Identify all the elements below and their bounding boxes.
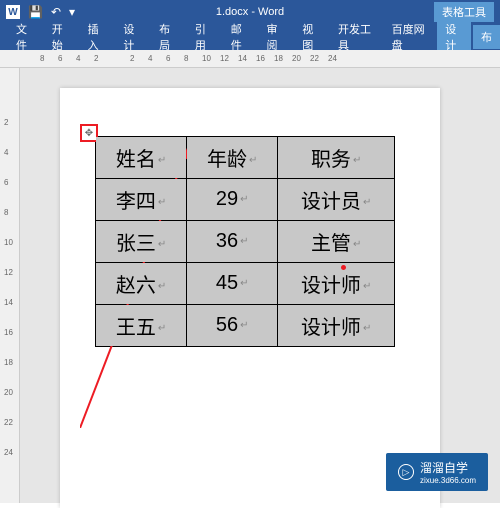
cursor-marker <box>341 265 346 270</box>
cell-title[interactable]: 设计师↵ <box>278 263 395 305</box>
header-cell-title[interactable]: 职务↵ <box>278 137 395 179</box>
table-row[interactable]: 李四↵ 29↵ 设计员↵ <box>96 179 395 221</box>
horizontal-ruler[interactable]: 8 6 4 2 2 4 6 8 10 12 14 16 18 20 22 24 <box>0 50 500 68</box>
document-page[interactable]: ✥ 姓名↵ 年龄↵ 职务↵ 李四↵ 29↵ 设计员↵ <box>60 88 440 508</box>
cell-name[interactable]: 张三↵ <box>96 221 187 263</box>
watermark-text: 溜溜自学 <box>420 461 468 475</box>
vertical-ruler[interactable]: 2 4 6 8 10 12 14 16 18 20 22 24 <box>0 68 20 503</box>
cell-title[interactable]: 设计员↵ <box>278 179 395 221</box>
data-table[interactable]: 姓名↵ 年龄↵ 职务↵ 李四↵ 29↵ 设计员↵ 张三↵ 36↵ 主管↵ 赵六↵… <box>95 136 395 347</box>
cell-name[interactable]: 赵六↵ <box>96 263 187 305</box>
cell-age[interactable]: 56↵ <box>187 305 278 347</box>
tab-table-layout[interactable]: 布 <box>473 25 500 49</box>
document-title: 1.docx - Word <box>216 6 284 18</box>
cell-title[interactable]: 设计师↵ <box>278 305 395 347</box>
ribbon-tabs: 文件 开始 插入 设计 布局 引用 邮件 审阅 视图 开发工具 百度网盘 设计 … <box>0 24 500 50</box>
table-row[interactable]: 王五↵ 56↵ 设计师↵ <box>96 305 395 347</box>
table-header-row[interactable]: 姓名↵ 年龄↵ 职务↵ <box>96 137 395 179</box>
cell-age[interactable]: 45↵ <box>187 263 278 305</box>
cell-title[interactable]: 主管↵ <box>278 221 395 263</box>
watermark-badge: ▷ 溜溜自学 zixue.3d66.com <box>386 453 488 491</box>
move-icon: ✥ <box>83 127 95 139</box>
cell-name[interactable]: 王五↵ <box>96 305 187 347</box>
cell-age[interactable]: 36↵ <box>187 221 278 263</box>
cell-age[interactable]: 29↵ <box>187 179 278 221</box>
play-icon: ▷ <box>398 464 414 480</box>
header-cell-age[interactable]: 年龄↵ <box>187 137 278 179</box>
table-row[interactable]: 赵六↵ 45↵ 设计师↵ <box>96 263 395 305</box>
cell-name[interactable]: 李四↵ <box>96 179 187 221</box>
header-cell-name[interactable]: 姓名↵ <box>96 137 187 179</box>
table-row[interactable]: 张三↵ 36↵ 主管↵ <box>96 221 395 263</box>
watermark-url: zixue.3d66.com <box>420 476 476 485</box>
document-viewport[interactable]: ✥ 姓名↵ 年龄↵ 职务↵ 李四↵ 29↵ 设计员↵ <box>20 68 500 503</box>
